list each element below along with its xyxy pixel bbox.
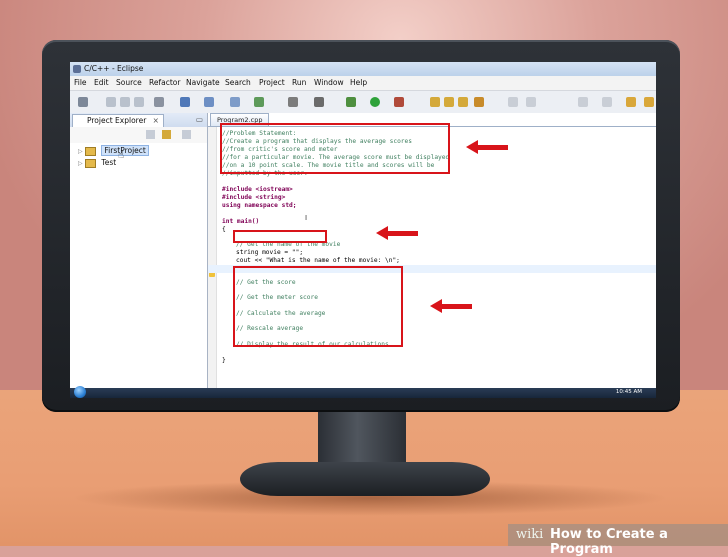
new-class-icon[interactable] (230, 97, 240, 107)
external-tools-icon[interactable] (394, 97, 404, 107)
next-annotation-icon[interactable] (578, 97, 588, 107)
taskbar: 10:45 AM (70, 386, 656, 398)
annotation-arrow-1 (466, 140, 508, 154)
code-line-10: int main() (222, 218, 260, 225)
banner-brand: wiki (516, 527, 544, 542)
code-line-13: string movie = ""; (236, 249, 304, 256)
annotation-arrow-3 (430, 299, 472, 313)
link-editor-icon[interactable] (162, 130, 171, 139)
explorer-toolbar (70, 127, 207, 143)
previous-annotation-icon[interactable] (602, 97, 612, 107)
code-line-9: using namespace std; (222, 202, 297, 209)
tree-item-test[interactable]: ▷ Test (78, 158, 116, 168)
annotation-box-problem-statement (220, 123, 450, 174)
new-icon[interactable] (78, 97, 88, 107)
menu-bar: File Edit Source Refactor Navigate Searc… (70, 76, 656, 90)
print-icon[interactable] (134, 97, 144, 107)
menu-search[interactable]: Search (225, 78, 251, 87)
monitor-screen: C/C++ - Eclipse File Edit Source Refacto… (70, 62, 656, 398)
mouse-pointer-icon: ☝ (118, 150, 125, 161)
search-icon[interactable] (458, 97, 468, 107)
menu-navigate[interactable]: Navigate (186, 78, 220, 87)
annotation-box-get-name (233, 230, 327, 243)
eclipse-icon (73, 65, 81, 73)
menu-run[interactable]: Run (292, 78, 306, 87)
menu-window[interactable]: Window (314, 78, 344, 87)
expand-icon[interactable]: ▷ (78, 160, 83, 167)
arrow-shaft (386, 231, 418, 236)
arrow-shaft (440, 304, 472, 309)
forward-icon[interactable] (644, 97, 654, 107)
view-menu-icon[interactable] (182, 130, 191, 139)
code-line-7: #include <iostream> (222, 186, 293, 193)
menu-source[interactable]: Source (116, 78, 142, 87)
code-line-20: } (222, 357, 226, 364)
window-titlebar: C/C++ - Eclipse (70, 62, 656, 76)
project-explorer-header: Project Explorer × ▭ (70, 113, 207, 128)
tree-item-label: FirstProject (101, 145, 149, 156)
save-icon[interactable] (106, 97, 116, 107)
project-folder-icon (85, 146, 97, 156)
show-whitespace-icon[interactable] (526, 97, 536, 107)
project-explorer-tab[interactable]: Project Explorer × (72, 114, 164, 127)
run-icon[interactable] (370, 97, 380, 107)
hammer-icon[interactable] (288, 97, 298, 107)
collapse-all-icon[interactable] (146, 130, 155, 139)
taskbar-clock: 10:45 AM (615, 389, 642, 395)
minimize-icon[interactable]: ▭ (196, 115, 203, 124)
menu-project[interactable]: Project (259, 78, 285, 87)
debug-icon[interactable] (346, 97, 356, 107)
tree-item-label: Test (101, 158, 117, 167)
project-folder-icon (85, 158, 97, 168)
build-icon[interactable] (154, 97, 164, 107)
project-explorer-tab-label: Project Explorer (87, 116, 147, 125)
menu-help[interactable]: Help (350, 78, 367, 87)
start-button[interactable] (74, 386, 86, 398)
settings-icon[interactable] (314, 97, 324, 107)
new-file-icon[interactable] (254, 97, 264, 107)
window-title: C/C++ - Eclipse (84, 64, 144, 73)
tree-item-firstproject[interactable]: ▷ FirstProject (78, 145, 149, 156)
wikihow-banner: wiki How to Create a Program (508, 524, 728, 557)
save-all-icon[interactable] (120, 97, 130, 107)
main-toolbar (70, 90, 656, 114)
close-icon[interactable]: × (153, 116, 159, 125)
new-folder-icon[interactable] (204, 97, 214, 107)
monitor-neck (318, 412, 406, 468)
arrow-shaft (476, 145, 508, 150)
open-element-icon[interactable] (444, 97, 454, 107)
text-cursor-icon: I (305, 214, 308, 222)
pencil-icon[interactable] (474, 97, 484, 107)
menu-edit[interactable]: Edit (94, 78, 109, 87)
code-line-8: #include <string> (222, 194, 286, 201)
banner-title: How to Create a Program (550, 527, 668, 557)
code-line-11: { (222, 226, 226, 233)
expand-icon[interactable]: ▷ (78, 148, 83, 155)
menu-file[interactable]: File (74, 78, 87, 87)
annotation-box-todo-comments (233, 266, 403, 347)
code-line-14: cout << "What is the name of the movie: … (236, 257, 400, 264)
project-explorer-panel: Project Explorer × ▭ ▷ FirstProject ▷ Te… (70, 113, 208, 388)
toggle-mark-icon[interactable] (508, 97, 518, 107)
menu-refactor[interactable]: Refactor (149, 78, 180, 87)
monitor-base (240, 462, 490, 496)
editor-gutter (208, 127, 217, 388)
open-type-icon[interactable] (430, 97, 440, 107)
annotation-arrow-2 (376, 226, 418, 240)
new-project-icon[interactable] (180, 97, 190, 107)
back-icon[interactable] (626, 97, 636, 107)
